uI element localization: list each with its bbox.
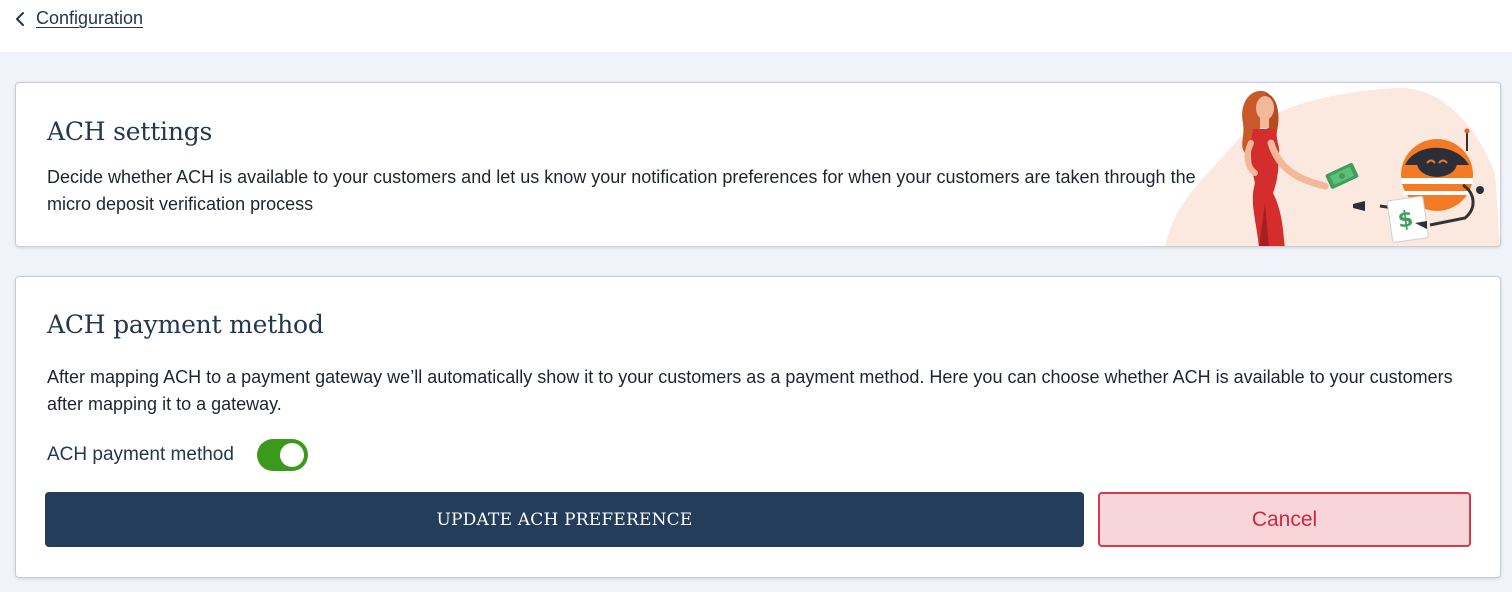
settings-title: ACH settings <box>47 117 213 146</box>
back-link-label[interactable]: Configuration <box>36 8 143 29</box>
cancel-button-label: Cancel <box>1251 507 1318 531</box>
back-link[interactable]: Configuration <box>14 8 143 29</box>
cancel-button[interactable]: Cancel <box>1098 492 1471 547</box>
ach-settings-card: ACH settings Decide whether ACH is avail… <box>15 82 1501 247</box>
ach-payment-method-toggle[interactable] <box>256 439 308 471</box>
method-description: After mapping ACH to a payment gateway w… <box>47 367 1453 414</box>
update-ach-preference-button[interactable]: UPDATE ACH PREFERENCE <box>45 492 1084 547</box>
ach-toggle-row: ACH payment method <box>47 439 308 471</box>
toggle-knob <box>279 443 304 467</box>
settings-description: Decide whether ACH is available to your … <box>47 167 1196 214</box>
woman-robot-money-illustration: $ <box>1165 87 1500 246</box>
chevron-left-icon <box>16 11 24 26</box>
top-bar: Configuration <box>0 0 1512 52</box>
ach-payment-method-card: ACH payment method After mapping ACH to … <box>15 276 1501 578</box>
ach-toggle-label: ACH payment method <box>47 444 234 465</box>
update-button-label: UPDATE ACH PREFERENCE <box>436 509 693 530</box>
method-title: ACH payment method <box>47 310 324 339</box>
